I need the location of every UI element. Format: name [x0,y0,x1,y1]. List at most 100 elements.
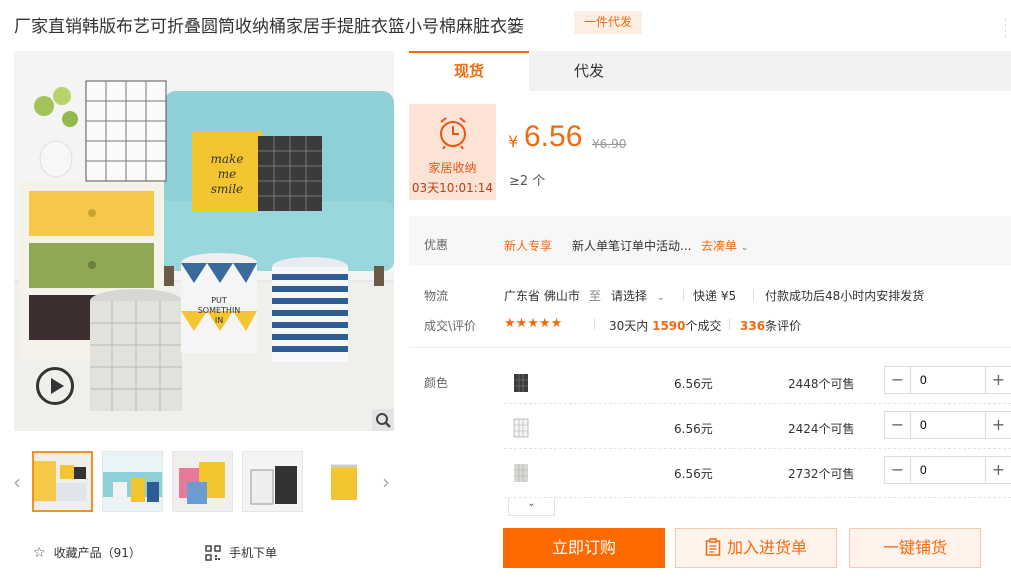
decrease-button[interactable]: − [885,412,911,438]
quantity-input[interactable] [911,367,985,393]
purchase-mode-tabs: 现货 代发 [409,51,1011,91]
color-label: 颜色 [424,376,449,390]
divider [729,318,730,330]
promo-countdown-box: 家居收纳 03天10:01:14 [409,104,496,200]
ship-from: 广东省 佛山市 [504,289,580,303]
sales-prefix: 30天内 [609,319,649,333]
minimum-order-qty: ≥2 个 [509,174,546,189]
thumb-next-arrow[interactable]: › [382,470,390,494]
newcomer-tag: 新人专享 [504,239,553,253]
original-price: ¥6.90 [592,137,627,151]
chevron-down-icon: ⌄ [527,498,536,509]
to-word: 至 [589,289,602,303]
mobile-order-label: 手机下单 [229,546,278,560]
alarm-clock-icon [439,117,466,150]
sales-count: 1590 [652,319,686,333]
increase-button[interactable]: + [985,457,1011,483]
basket-text: make [211,152,244,166]
play-video-button[interactable] [36,367,74,405]
divider [504,403,1011,404]
review-suffix: 条评价 [765,319,802,333]
quantity-input[interactable] [911,457,985,483]
variant-thumbnail[interactable] [510,371,532,395]
discount-label: 优惠 [424,238,449,252]
shipping-fee: 快递 ¥5 [693,289,737,303]
decrease-button[interactable]: − [885,457,911,483]
increase-button[interactable]: + [985,367,1011,393]
review-info[interactable]: 336条评价 [740,317,801,334]
promo-label: 家居收纳 [428,161,477,175]
zoom-button[interactable] [372,409,394,431]
thumbnail[interactable] [32,451,93,512]
decrease-button[interactable]: − [885,367,911,393]
expand-variants-button[interactable]: ⌄ [508,498,555,516]
logistics-label: 物流 [424,289,449,303]
review-count: 336 [740,319,766,333]
reviews-label: 成交\评价 [424,319,477,333]
one-click-distribute-button[interactable]: 一键铺货 [849,528,981,568]
variant-stock: 2448个可售 [788,377,855,391]
divider [1005,18,1009,38]
add-to-purchase-list-button[interactable]: 加入进货单 [675,528,837,568]
favorite-button[interactable]: ☆ 收藏产品（91） [33,544,141,561]
rating-stars: ★★★★★ [504,316,563,331]
favorite-label: 收藏产品（91） [53,546,141,560]
chevron-down-icon: ⌄ [740,243,749,253]
thumbnail[interactable] [102,451,163,512]
divider [409,347,1011,348]
mobile-order-button[interactable]: 手机下单 [205,544,277,561]
variant-stock: 2732个可售 [788,467,855,481]
basket-text: smile [211,182,243,196]
basket-text: PUT [211,296,227,305]
main-product-image[interactable]: make me smile PUT SOMETHIN IN [14,51,394,431]
product-title: 厂家直销韩版布艺可折叠圆筒收纳桶家居手提脏衣篮小号棉麻脏衣篓 [14,17,524,37]
variant-price: 6.56元 [674,467,713,481]
star-outline-icon: ☆ [33,544,46,561]
dropship-badge[interactable]: 一件代发 [574,11,642,34]
currency-symbol: ¥ [508,132,519,151]
clipboard-icon [705,538,721,556]
quantity-input[interactable] [911,412,985,438]
sales-suffix: 个成交 [685,319,722,333]
divider [504,497,1011,498]
magnifier-icon [376,413,391,428]
add-items-label: 去凑单 [701,239,738,253]
current-price: 6.56 [524,120,583,153]
tab-dropship[interactable]: 代发 [529,51,649,91]
product-photo: make me smile PUT SOMETHIN IN [14,51,394,431]
variant-row: 6.56元 2732个可售 − + [504,456,1011,500]
divider [753,289,754,301]
quantity-stepper: − + [884,411,1011,439]
divider [504,448,1011,449]
quantity-stepper: − + [884,456,1011,484]
dispatch-info: 付款成功后48小时内安排发货 [765,289,925,303]
destination-value: 请选择 [611,289,648,303]
basket-text: me [218,167,236,181]
variant-price: 6.56元 [674,422,713,436]
variant-thumbnail[interactable] [510,416,532,440]
thumbnail[interactable] [312,451,373,512]
basket-text: IN [215,316,223,325]
add-items-link[interactable]: 去凑单 ⌄ [701,237,748,254]
sales-info: 30天内 1590个成交 [609,317,722,334]
buy-now-button[interactable]: 立即订购 [503,528,665,568]
quantity-stepper: − + [884,366,1011,394]
variant-thumbnail[interactable] [510,461,532,485]
variant-stock: 2424个可售 [788,422,855,436]
thumb-prev-arrow[interactable]: ‹ [13,470,21,494]
divider [594,318,595,330]
thumbnail[interactable] [242,451,303,512]
divider [683,289,684,301]
discount-text: 新人单笔订单中活动... [572,239,692,253]
qr-code-icon [205,544,221,561]
thumbnail-strip [32,451,373,512]
increase-button[interactable]: + [985,412,1011,438]
basket-text: SOMETHIN [198,306,241,315]
variant-price: 6.56元 [674,377,713,391]
chevron-down-icon: ⌄ [656,293,665,303]
thumbnail[interactable] [172,451,233,512]
destination-select[interactable]: 请选择 ⌄ [611,287,664,304]
tab-in-stock[interactable]: 现货 [409,51,529,91]
promo-countdown: 03天10:01:14 [411,181,494,195]
add-to-purchase-list-label: 加入进货单 [726,538,807,557]
